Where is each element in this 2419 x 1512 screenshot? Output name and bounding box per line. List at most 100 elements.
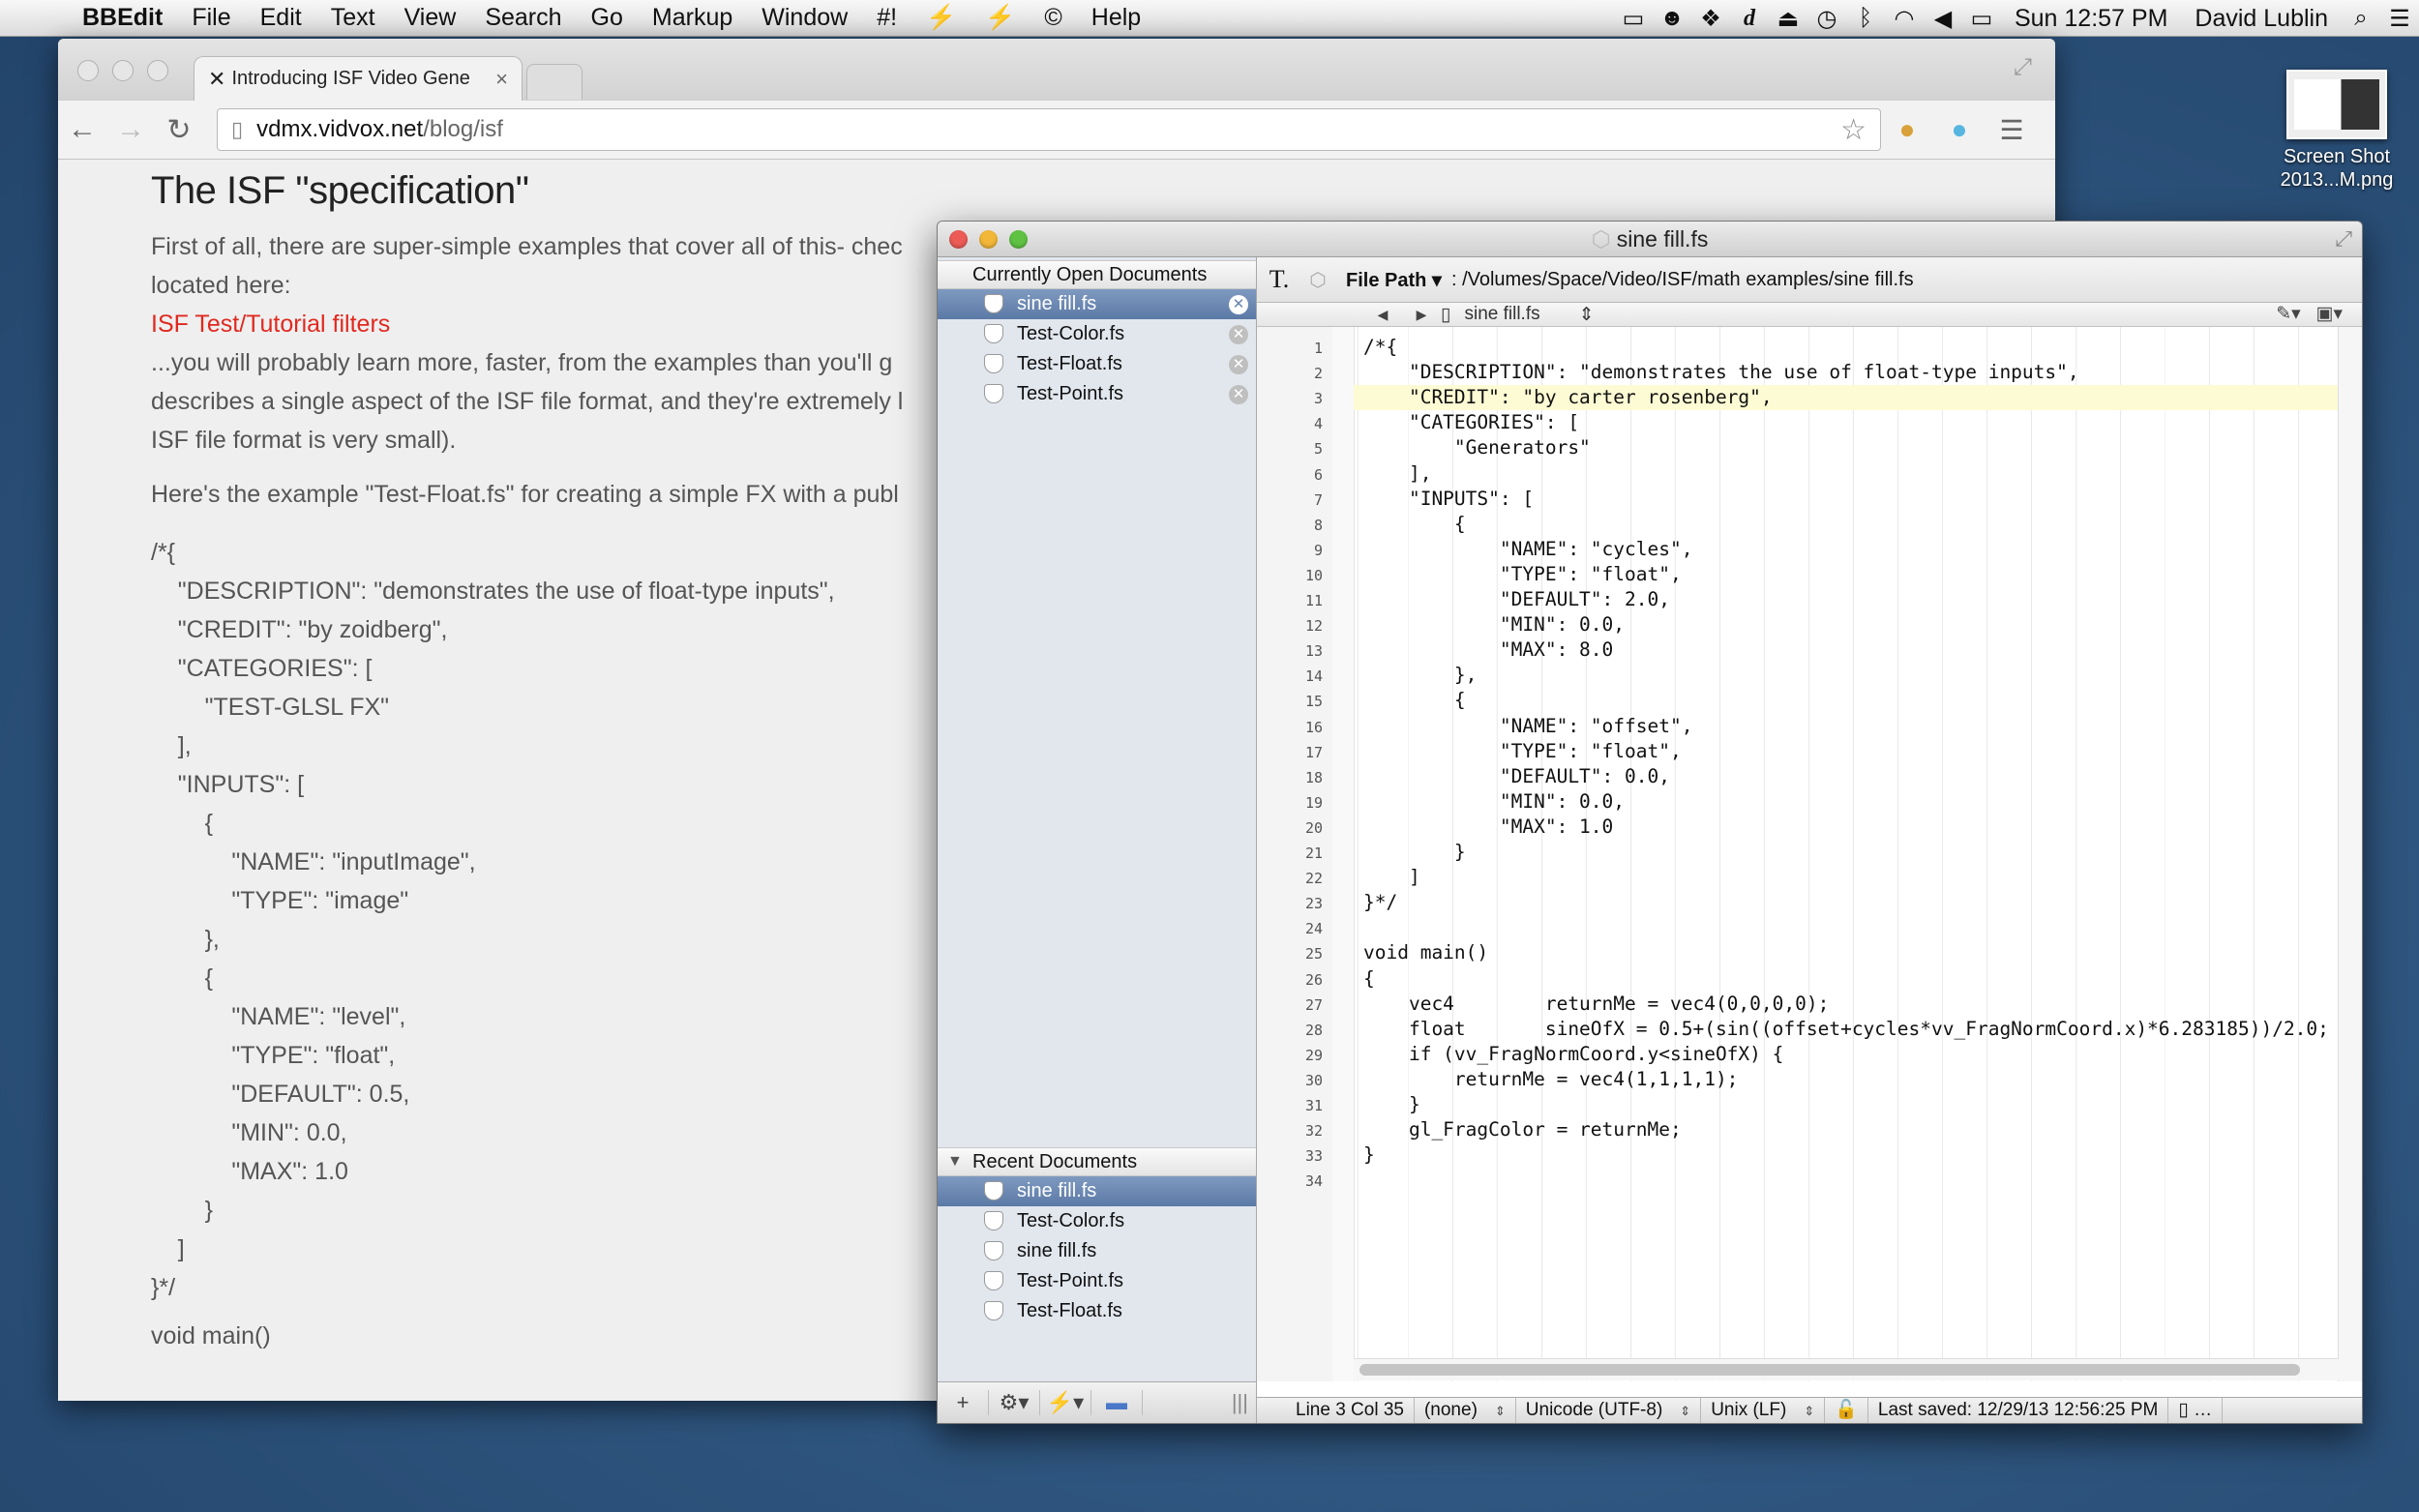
notification-center-icon[interactable]: ☰ <box>2380 5 2419 33</box>
code-line[interactable]: "CATEGORIES": [ <box>1363 411 1579 433</box>
code-line[interactable]: }, <box>1363 664 1478 686</box>
code-line[interactable]: "NAME": "cycles", <box>1363 538 1693 560</box>
close-doc-icon[interactable]: ✕ <box>1229 385 1248 404</box>
open-doc-item[interactable]: Test-Float.fs ✕ <box>938 349 1256 379</box>
code-line[interactable]: { <box>1363 967 1375 990</box>
function-menu[interactable]: sine fill.fs <box>1464 304 1539 325</box>
menu-edit[interactable]: Edit <box>246 4 316 32</box>
code-text-area[interactable]: /*{ "DESCRIPTION": "demonstrates the use… <box>1354 327 2339 1381</box>
close-window-button[interactable] <box>77 60 99 81</box>
alien-icon[interactable]: ☻ <box>1653 5 1691 32</box>
dropbox-icon[interactable]: ❖ <box>1691 5 1730 33</box>
menu-search[interactable]: Search <box>470 4 576 32</box>
code-line[interactable]: ] <box>1363 866 1420 888</box>
code-line[interactable]: "CREDIT": "by carter rosenberg", <box>1363 386 1773 408</box>
bbedit-minimize-button[interactable] <box>979 230 998 249</box>
scroll-thumb[interactable] <box>1359 1364 2300 1376</box>
browser-menu-icon[interactable]: ☰ <box>1986 114 2038 146</box>
resize-grip-icon[interactable]: ||| <box>1232 1390 1256 1415</box>
code-line[interactable]: { <box>1363 689 1466 711</box>
markers-icon[interactable]: ✎▾ ▣▾ <box>2276 303 2343 325</box>
code-line[interactable]: vec4 returnMe = vec4(0,0,0,0); <box>1363 993 1829 1015</box>
code-line[interactable]: } <box>1363 1143 1375 1166</box>
vertical-scrollbar[interactable] <box>2338 327 2362 1381</box>
recent-doc-item[interactable]: Test-Point.fs <box>938 1266 1256 1296</box>
browser-tab[interactable]: ✕ Introducing ISF Video Gene × <box>194 56 523 101</box>
sidebar-toggle-icon[interactable]: ▬ <box>1091 1390 1143 1415</box>
code-line[interactable]: "DEFAULT": 2.0, <box>1363 588 1670 610</box>
recent-doc-item[interactable]: Test-Float.fs <box>938 1296 1256 1326</box>
recent-doc-item[interactable]: sine fill.fs <box>938 1176 1256 1206</box>
airplay-icon[interactable]: ⏏ <box>1769 5 1807 33</box>
code-line[interactable]: void main() <box>1363 941 1488 964</box>
close-tab-icon[interactable]: × <box>495 67 508 92</box>
tutorial-filters-link[interactable]: ISF Test/Tutorial filters <box>151 305 1002 343</box>
code-line[interactable]: "NAME": "offset", <box>1363 715 1693 737</box>
close-doc-icon[interactable]: ✕ <box>1229 295 1248 314</box>
code-line[interactable]: { <box>1363 513 1466 535</box>
menu-help[interactable]: Help <box>1077 4 1155 32</box>
bbedit-zoom-button[interactable] <box>1009 230 1028 249</box>
lock-icon[interactable]: 🔓 <box>1825 1398 1868 1423</box>
new-tab-button[interactable] <box>526 64 582 100</box>
add-icon[interactable]: + <box>938 1390 989 1415</box>
desktop-file-screenshot[interactable]: Screen Shot 2013...M.png <box>2255 70 2419 192</box>
line-endings-menu[interactable]: Unix (LF) ⇕ <box>1701 1398 1826 1423</box>
bbedit-close-button[interactable] <box>949 230 968 249</box>
menu-clock[interactable]: Sun 12:57 PM <box>2001 5 2181 33</box>
volume-icon[interactable]: ◀ <box>1924 5 1962 33</box>
battery-icon[interactable]: ▭ <box>1962 5 2001 33</box>
reload-button[interactable]: ↻ <box>155 113 203 147</box>
menu-app[interactable]: BBEdit <box>68 4 177 32</box>
next-doc-icon[interactable]: ▶ <box>1402 307 1441 323</box>
encoding-menu[interactable]: Unicode (UTF-8) ⇕ <box>1516 1398 1702 1423</box>
bbedit-fullscreen-icon[interactable]: ⤢ <box>2335 222 2352 256</box>
scripts-icon[interactable]: ⚡▾ <box>1040 1390 1091 1415</box>
menu-user[interactable]: David Lublin <box>2181 5 2342 33</box>
recent-doc-item[interactable]: sine fill.fs <box>938 1236 1256 1266</box>
code-line[interactable]: if (vv_FragNormCoord.y<sineOfX) { <box>1363 1043 1783 1065</box>
open-doc-item[interactable]: Test-Point.fs ✕ <box>938 379 1256 409</box>
open-doc-item[interactable]: Test-Color.fs ✕ <box>938 319 1256 349</box>
menu-file[interactable]: File <box>177 4 245 32</box>
bluetooth-icon[interactable]: ᛒ <box>1846 5 1885 32</box>
back-button[interactable]: ← <box>58 113 106 146</box>
code-line[interactable]: "DEFAULT": 0.0, <box>1363 765 1670 787</box>
close-doc-icon[interactable]: ✕ <box>1229 325 1248 344</box>
code-line[interactable]: ], <box>1363 462 1432 485</box>
gear-icon[interactable]: ⚙▾ <box>989 1390 1040 1415</box>
address-bar[interactable]: ▯ vdmx.vidvox.net /blog/isf ☆ <box>217 108 1881 151</box>
wifi-icon[interactable]: ◠ <box>1885 5 1924 33</box>
fullscreen-icon[interactable]: ⤢ <box>2014 54 2032 81</box>
code-line[interactable]: "Generators" <box>1363 436 1591 459</box>
disclosure-triangle-icon[interactable]: ▼ <box>947 1148 963 1175</box>
extension-cat-icon[interactable]: ● <box>1881 114 1933 145</box>
code-line[interactable]: } <box>1363 841 1466 863</box>
menu-window[interactable]: Window <box>747 4 862 32</box>
bookmark-star-icon[interactable]: ☆ <box>1840 113 1867 147</box>
forward-button[interactable]: → <box>106 113 155 146</box>
minimize-window-button[interactable] <box>112 60 134 81</box>
open-doc-item[interactable]: sine fill.fs ✕ <box>938 289 1256 319</box>
camera-icon[interactable]: ▭ <box>1614 5 1653 33</box>
horizontal-scrollbar[interactable] <box>1354 1358 2339 1380</box>
code-editor[interactable]: 1 2 3 4 5 6 7 8 9 10 11 12 13 14 15 16 17 18 19 20 21 22 23 24 2… <box>1257 327 2362 1381</box>
menu-shebang[interactable]: #! <box>862 4 911 32</box>
code-line[interactable]: "MAX": 1.0 <box>1363 815 1613 838</box>
code-line[interactable]: /*{ <box>1363 336 1397 358</box>
text-options-icon[interactable]: T. <box>1257 265 1301 294</box>
code-line[interactable]: gl_FragColor = returnMe; <box>1363 1118 1682 1141</box>
code-line[interactable]: returnMe = vec4(1,1,1,1); <box>1363 1068 1739 1090</box>
doc-info-icon[interactable]: ▯ … <box>2168 1398 2224 1423</box>
code-line[interactable]: "DESCRIPTION": "demonstrates the use of … <box>1363 361 2079 383</box>
code-line[interactable]: } <box>1363 1093 1420 1115</box>
code-line[interactable]: "MAX": 8.0 <box>1363 638 1613 661</box>
code-line[interactable]: "INPUTS": [ <box>1363 488 1534 510</box>
document-status-icon[interactable]: ⬡ <box>1301 268 1334 292</box>
menu-markup[interactable]: Markup <box>638 4 747 32</box>
menu-text[interactable]: Text <box>316 4 390 32</box>
zoom-window-button[interactable] <box>147 60 168 81</box>
menu-view[interactable]: View <box>390 4 471 32</box>
function-menu-arrows-icon[interactable]: ⇕ <box>1579 304 1595 326</box>
extension-drop-icon[interactable]: ● <box>1933 114 1986 145</box>
